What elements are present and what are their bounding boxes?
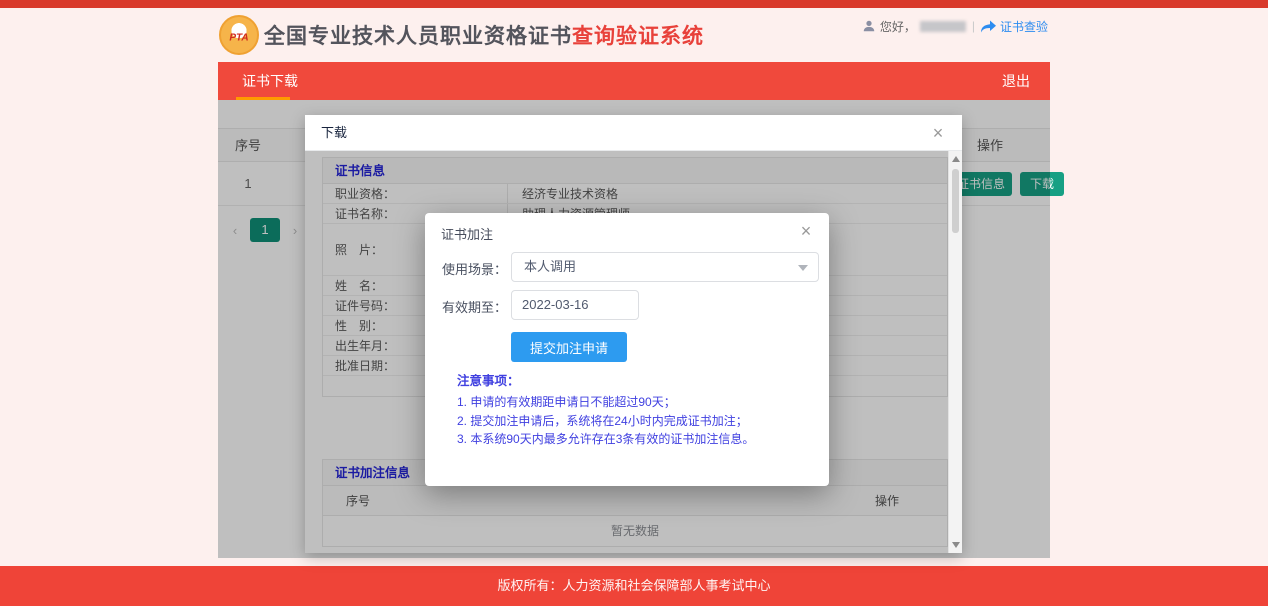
download-modal-close-icon[interactable]: × <box>926 121 950 145</box>
download-modal-header: 下载 × <box>305 115 962 151</box>
username-redacted <box>920 21 966 32</box>
site-title-accent: 查询验证系统 <box>572 25 704 48</box>
notes-title: 注意事项： <box>457 370 807 389</box>
annotation-modal: 证书加注 × 使用场景： 本人调用 有效期至： 2022-03-16 提交加注申… <box>425 213 829 486</box>
scrollbar-thumb[interactable] <box>952 169 959 233</box>
scroll-up-icon[interactable] <box>952 156 960 162</box>
top-accent-bar <box>0 0 1268 8</box>
usage-scene-label: 使用场景： <box>433 259 507 278</box>
user-icon <box>862 19 876 33</box>
pta-logo-icon: PTA <box>219 15 259 55</box>
note-line-1: 1. 申请的有效期距申请日不能超过90天； <box>457 393 807 412</box>
user-info-area: 您好， | 证书查验 <box>862 16 1048 36</box>
app-screen: PTA 全国专业技术人员职业资格证书查询验证系统 您好， | 证书查验 证书下载… <box>0 0 1268 606</box>
note-line-3: 3. 本系统90天内最多允许存在3条有效的证书加注信息。 <box>457 430 807 449</box>
main-nav: 证书下载 退出 <box>218 62 1050 100</box>
site-title: 全国专业技术人员职业资格证书查询验证系统 <box>264 20 704 50</box>
nav-tab-cert-download[interactable]: 证书下载 <box>242 62 298 100</box>
copyright-text: 版权所有：人力资源和社会保障部人事考试中心 <box>0 566 1268 606</box>
download-modal-title: 下载 <box>321 115 347 151</box>
notes-section: 注意事项： 1. 申请的有效期距申请日不能超过90天； 2. 提交加注申请后，系… <box>457 370 807 449</box>
greeting-text: 您好， <box>880 18 916 35</box>
site-footer: 版权所有：人力资源和社会保障部人事考试中心 <box>0 566 1268 606</box>
cert-verify-link[interactable]: 证书查验 <box>1000 18 1048 35</box>
chevron-down-icon <box>798 265 808 271</box>
expiry-date-input[interactable]: 2022-03-16 <box>511 290 639 320</box>
submit-annotation-button[interactable]: 提交加注申请 <box>511 332 627 362</box>
annotation-modal-title: 证书加注 <box>441 224 493 243</box>
modal-scrollbar[interactable] <box>948 151 962 553</box>
user-separator: | <box>972 19 975 33</box>
pta-logo-text: PTA <box>229 32 248 43</box>
expiry-date-label: 有效期至： <box>433 297 507 316</box>
note-line-2: 2. 提交加注申请后，系统将在24小时内完成证书加注； <box>457 412 807 431</box>
usage-scene-select[interactable]: 本人调用 <box>511 252 819 282</box>
site-title-main: 全国专业技术人员职业资格证书 <box>264 25 572 48</box>
usage-scene-value: 本人调用 <box>524 253 576 281</box>
scroll-down-icon[interactable] <box>952 542 960 548</box>
site-header: PTA 全国专业技术人员职业资格证书查询验证系统 您好， | 证书查验 <box>0 8 1268 62</box>
logout-button[interactable]: 退出 <box>1002 62 1030 100</box>
share-arrow-icon <box>981 20 996 33</box>
annotation-modal-close-icon[interactable]: × <box>793 218 819 244</box>
